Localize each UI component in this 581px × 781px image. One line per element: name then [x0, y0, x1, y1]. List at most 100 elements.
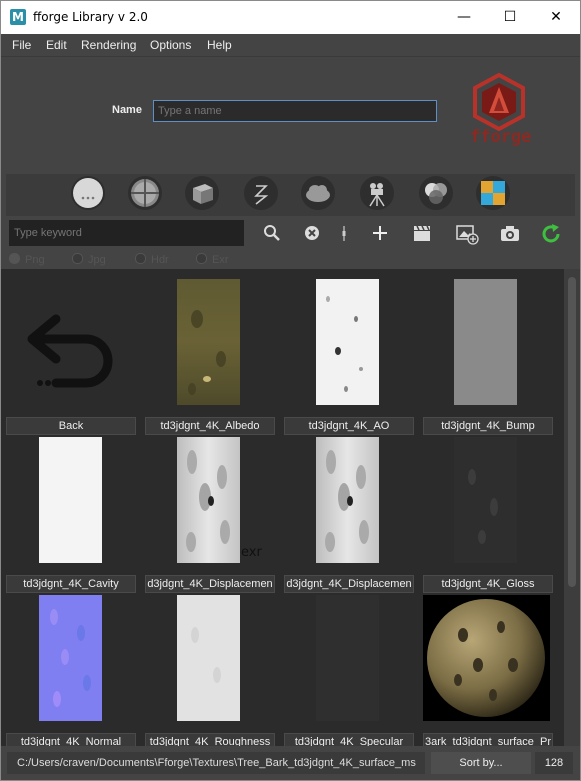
grid-item-label: td3jdgnt_4K_Specular: [284, 733, 414, 746]
grid-item-texture[interactable]: td3jdgnt_4K_Albedo: [145, 279, 275, 437]
grid-item-label: d3jdgnt_4K_Displacemen: [284, 575, 414, 593]
maximize-button[interactable]: ☐: [487, 1, 533, 34]
add-button[interactable]: [369, 223, 391, 243]
radio-dot-icon: [135, 253, 146, 264]
pipette-button[interactable]: [333, 223, 355, 243]
displacement-thumbnail: [316, 437, 379, 563]
keyword-search-input[interactable]: [9, 220, 244, 246]
menu-rendering[interactable]: Rendering: [81, 38, 136, 52]
name-label: Name: [112, 104, 142, 116]
camera-rig-button[interactable]: [360, 176, 394, 210]
grid-item-texture[interactable]: 3ark_td3jdgnt_surface_Pr: [423, 595, 553, 746]
zbrush-icon: [254, 185, 269, 205]
radio-dot-icon: [9, 253, 20, 264]
color-mix-icon: [425, 183, 447, 204]
grid-item-label: 3ark_td3jdgnt_surface_Pr: [423, 733, 553, 746]
camera-icon: [501, 226, 519, 241]
clear-icon: [305, 226, 319, 240]
logo-text: fforge: [470, 127, 532, 147]
scrollbar-thumb[interactable]: [568, 277, 576, 587]
color-mix-button[interactable]: [419, 176, 453, 210]
thumbnail-size-field[interactable]: 128: [535, 752, 573, 774]
roughness-thumbnail: [177, 595, 240, 721]
sphere-preview-thumbnail: [423, 595, 550, 721]
radio-hdr-label: Hdr: [151, 254, 169, 266]
radio-hdr[interactable]: Hdr: [135, 253, 169, 266]
menu-bar: File Edit Rendering Options Help: [1, 34, 580, 57]
radio-jpg-label: Jpg: [88, 254, 106, 266]
ao-thumbnail: [316, 279, 379, 405]
menu-help[interactable]: Help: [207, 38, 232, 52]
radio-dot-icon: [72, 253, 83, 264]
add-icon: [373, 226, 387, 240]
refresh-icon: [542, 224, 560, 243]
normal-thumbnail: [39, 595, 102, 721]
grid-item-label: td3jdgnt_4K_Gloss: [423, 575, 553, 593]
grid-item-texture[interactable]: td3jdgnt_4K_Bump: [423, 279, 553, 437]
grid-item-texture[interactable]: td3jdgnt_4K_Cavity: [6, 437, 136, 595]
grid-item-texture[interactable]: td3jdgnt_4K_Normal: [6, 595, 136, 746]
substance-button[interactable]: [476, 176, 510, 210]
shader-ball-button[interactable]: [128, 176, 162, 210]
grid-item-texture[interactable]: td3jdgnt_4K_Gloss: [423, 437, 553, 595]
sort-by-button[interactable]: Sort by...: [431, 752, 531, 774]
grid-item-back[interactable]: Back: [6, 279, 136, 437]
bump-thumbnail: [454, 279, 517, 405]
menu-file[interactable]: File: [12, 38, 31, 52]
albedo-thumbnail: [177, 279, 240, 405]
grid-item-label: td3jdgnt_4K_AO: [284, 417, 414, 435]
library-path-field[interactable]: C:/Users/craven/Documents\Fforge\Texture…: [7, 752, 425, 774]
gloss-thumbnail: [454, 437, 517, 563]
refresh-button[interactable]: [541, 223, 563, 243]
window-title: fforge Library v 2.0: [33, 10, 148, 24]
substance-icon: [481, 181, 505, 205]
radio-dot-icon: [196, 253, 207, 264]
menu-edit[interactable]: Edit: [46, 38, 67, 52]
menu-options[interactable]: Options: [150, 38, 191, 52]
thumbnail-grid: Back td3jdgnt_4K_Albedo td3jdgnt_4K_AO t…: [1, 269, 564, 746]
grid-item-label: td3jdgnt_4K_Bump: [423, 417, 553, 435]
snapshot-button[interactable]: [499, 223, 521, 243]
back-arrow-icon: [27, 314, 113, 388]
search-icon: [264, 225, 280, 241]
grid-item-label: d3jdgnt_4K_Displacemen: [145, 575, 275, 593]
search-button[interactable]: [261, 223, 283, 243]
app-icon: M: [10, 9, 26, 25]
default-sphere-icon: [73, 178, 103, 208]
fforge-logo: fforge: [467, 72, 532, 147]
grid-item-label: td3jdgnt_4K_Cavity: [6, 575, 136, 593]
cube-button[interactable]: [185, 176, 219, 210]
app-window: M fforge Library v 2.0 — ☐ ✕ File Edit R…: [0, 0, 581, 781]
cavity-thumbnail: [39, 437, 102, 563]
displacement-thumbnail: [177, 437, 240, 563]
grid-item-label: td3jdgnt_4K_Albedo: [145, 417, 275, 435]
grid-item-texture[interactable]: exr d3jdgnt_4K_Displacemen: [145, 437, 275, 595]
cloud-button[interactable]: [301, 176, 335, 210]
add-image-button[interactable]: [455, 223, 479, 245]
name-input[interactable]: [153, 100, 437, 122]
radio-exr[interactable]: Exr: [196, 253, 229, 266]
grid-item-texture[interactable]: td3jdgnt_4K_Specular: [284, 595, 414, 746]
grid-item-label: td3jdgnt_4K_Normal: [6, 733, 136, 746]
radio-exr-label: Exr: [212, 254, 229, 266]
cloud-icon: [306, 185, 330, 202]
grid-item-label: Back: [6, 417, 136, 435]
close-button[interactable]: ✕: [533, 1, 579, 34]
minimize-button[interactable]: —: [441, 1, 487, 34]
zbrush-button[interactable]: [244, 176, 278, 210]
default-sphere-button[interactable]: [71, 176, 105, 210]
grid-item-texture[interactable]: td3jdgnt_4K_AO: [284, 279, 414, 437]
specular-thumbnail: [316, 595, 379, 721]
shader-ball-icon: [131, 179, 159, 207]
radio-jpg[interactable]: Jpg: [72, 253, 106, 266]
grid-item-texture[interactable]: d3jdgnt_4K_Displacemen: [284, 437, 414, 595]
image-add-icon: [456, 225, 479, 245]
grid-item-label: td3jdgnt_4K_Roughness: [145, 733, 275, 746]
clear-search-button[interactable]: [301, 223, 323, 243]
exr-badge: exr: [241, 545, 262, 560]
clapperboard-icon: [414, 225, 430, 241]
grid-item-texture[interactable]: td3jdgnt_4K_Roughness: [145, 595, 275, 746]
radio-png[interactable]: Png: [9, 253, 45, 266]
grid-scrollbar[interactable]: [564, 269, 580, 746]
clapper-button[interactable]: [411, 223, 433, 243]
